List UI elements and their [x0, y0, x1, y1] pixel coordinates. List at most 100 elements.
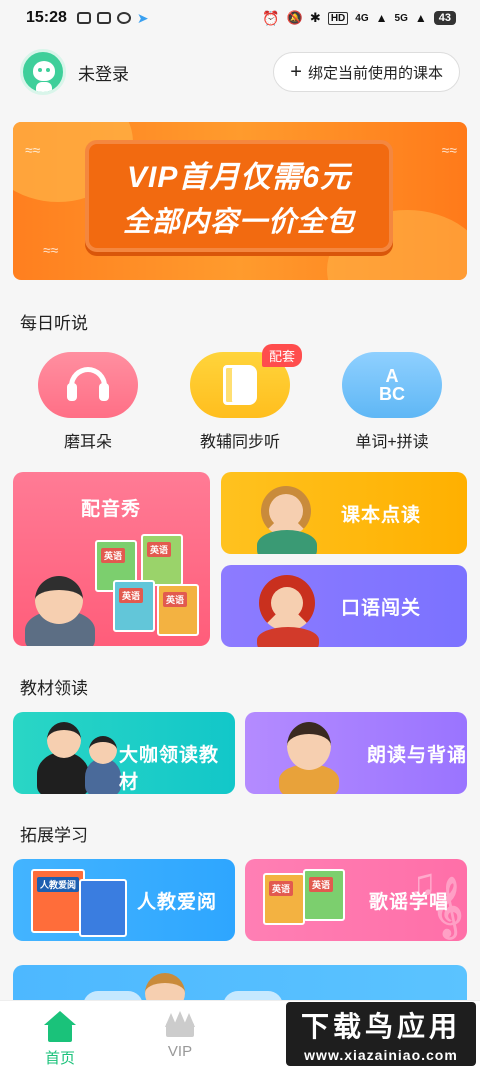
kouyu-title: 口语闯关 [341, 598, 422, 619]
nav-home-label: 首页 [44, 1050, 75, 1067]
bind-textbook-button[interactable]: + 绑定当前使用的课本 [273, 52, 460, 92]
renjiao-book-image [79, 879, 127, 937]
geyao-card[interactable]: 英语 英语 ♫ 𝄞 歌谣学唱 [245, 859, 467, 941]
geyao-book-label: 英语 [309, 877, 334, 892]
mo-er-duo-button[interactable] [38, 352, 138, 418]
geyao-books-illustration: 英语 英语 [263, 869, 363, 941]
jiaofu-button[interactable]: 配套 [190, 344, 302, 418]
mascot-icon [33, 61, 55, 81]
nav-home[interactable]: 首页 [0, 1001, 120, 1070]
signal2-icon: ▲ [414, 11, 427, 25]
textbook-label: 英语 [163, 592, 188, 607]
banner-panel: VIP首月仅需6元 全部内容一价全包 [85, 140, 393, 252]
login-status[interactable]: 未登录 [78, 60, 129, 85]
banner-subline: 全部内容一价全包 [122, 206, 355, 237]
avatar[interactable] [20, 49, 66, 95]
kebendian-card[interactable]: 课本点读 [221, 472, 467, 554]
daily-item-label: 磨耳朵 [63, 434, 112, 451]
send-icon: ➤ [136, 9, 149, 26]
watermark-title: 下载鸟应用 [300, 1011, 461, 1042]
girl-illustration [261, 486, 311, 536]
home-icon-base [48, 1024, 72, 1042]
geyao-book-image: 英语 [263, 873, 305, 925]
watermark: 下载鸟应用 www.xiazainiao.com [286, 1002, 476, 1066]
status-time: 15:28 [26, 9, 67, 26]
headphones-icon [65, 367, 111, 403]
status-bar: 15:28 ➤ ⏰ 🔕 ✱ HD 4G ▲ 5G ▲ 43 [0, 0, 480, 36]
home-icon [42, 1011, 78, 1043]
watermark-url: www.xiazainiao.com [304, 1047, 458, 1063]
daily-item-mo-er-duo[interactable]: 磨耳朵 [28, 352, 148, 452]
battery-level: 43 [433, 11, 456, 25]
renjiao-book-image: 人教爱阅 [31, 869, 85, 933]
girl-body-illustration [257, 530, 317, 554]
abc-icon: A BC [379, 367, 405, 403]
book-icon [223, 365, 257, 405]
textbook-stack-illustration: 英语 英语 英语 英语 [93, 532, 203, 642]
textbook-label: 英语 [101, 548, 126, 563]
renjiao-books-illustration: 人教爱阅 [31, 869, 131, 941]
langdu-card[interactable]: 朗读与背诵 [245, 712, 467, 794]
signal-icon: ▲ [375, 11, 388, 25]
daily-item-jiaofu[interactable]: 配套 教辅同步听 [180, 344, 302, 452]
daily-item-danci[interactable]: A BC 单词+拼读 [332, 352, 452, 452]
section-title-expand: 拓展学习 [20, 826, 88, 845]
headphones-left [67, 383, 77, 401]
boy-head-illustration [35, 576, 83, 624]
renjiao-title: 人教爱阅 [137, 892, 218, 913]
kouyu-card[interactable]: 口语闯关 [221, 565, 467, 647]
teacher-head-illustration [47, 722, 81, 758]
danci-button[interactable]: A BC [342, 352, 442, 418]
langdu-title: 朗读与背诵 [367, 745, 467, 766]
kebendian-title: 课本点读 [341, 505, 422, 526]
crown-icon [163, 1011, 197, 1039]
plus-icon: + [290, 61, 302, 83]
textbook-label: 英语 [147, 542, 172, 557]
network-5g-label: 5G [394, 12, 408, 24]
header: 未登录 + 绑定当前使用的课本 [20, 48, 460, 96]
alarm-icon: ⏰ [262, 9, 280, 26]
textbook-image: 英语 [157, 584, 199, 636]
redhead-girl-illustration [259, 575, 315, 631]
glasses-man-head-illustration [287, 722, 331, 770]
nav-vip[interactable]: VIP [120, 1001, 240, 1070]
bind-textbook-label: 绑定当前使用的课本 [307, 64, 443, 82]
renjiao-book-label: 人教爱阅 [37, 877, 80, 892]
vip-banner[interactable]: ≈≈ ≈≈ ≈≈ VIP首月仅需6元 全部内容一价全包 [13, 122, 467, 280]
textbook-image: 英语 [141, 534, 183, 586]
home-icon-roof [44, 1011, 76, 1025]
network-4g-label: 4G [355, 12, 369, 24]
hd-icon: HD [327, 11, 349, 25]
mute-icon: 🔕 [286, 10, 303, 25]
app-notification-icon [76, 12, 91, 24]
redhead-girl-body-illustration [257, 627, 319, 647]
daka-title: 大咖领读教材 [119, 745, 220, 793]
abc-icon-a: A [385, 366, 399, 386]
status-app-icons: ➤ [76, 9, 149, 27]
geyao-book-label: 英语 [269, 881, 294, 896]
daily-item-label: 教辅同步听 [199, 434, 280, 451]
textbook-label: 英语 [119, 588, 144, 603]
wave-decoration-icon: ≈≈ [441, 142, 457, 158]
section-title-textbook: 教材领读 [20, 679, 88, 698]
crown-base [166, 1023, 194, 1037]
status-right: ⏰ 🔕 ✱ HD 4G ▲ 5G ▲ 43 [262, 10, 456, 27]
section-title-daily: 每日听说 [20, 314, 88, 333]
teacher2-head-illustration [89, 736, 117, 764]
renjiao-card[interactable]: 人教爱阅 人教爱阅 [13, 859, 235, 941]
headphones-right [99, 383, 109, 401]
textbook-image: 英语 [113, 580, 155, 632]
wave-decoration-icon: ≈≈ [25, 142, 41, 158]
teacher-illustration [37, 752, 89, 794]
daily-item-label: 单词+拼读 [355, 434, 429, 451]
mascot-body [36, 82, 52, 92]
mail-icon [96, 12, 111, 24]
abc-icon-bc: BC [379, 384, 405, 404]
peiyin-show-title: 配音秀 [81, 499, 142, 520]
peitao-badge: 配套 [261, 344, 302, 367]
wave-decoration-icon: ≈≈ [43, 242, 59, 258]
peiyin-show-card[interactable]: 配音秀 英语 英语 英语 英语 [13, 472, 210, 646]
bluetooth-icon: ✱ [309, 10, 321, 25]
banner-headline: VIP首月仅需6元 [126, 161, 352, 194]
daka-card[interactable]: 大咖领读教材 [13, 712, 235, 794]
